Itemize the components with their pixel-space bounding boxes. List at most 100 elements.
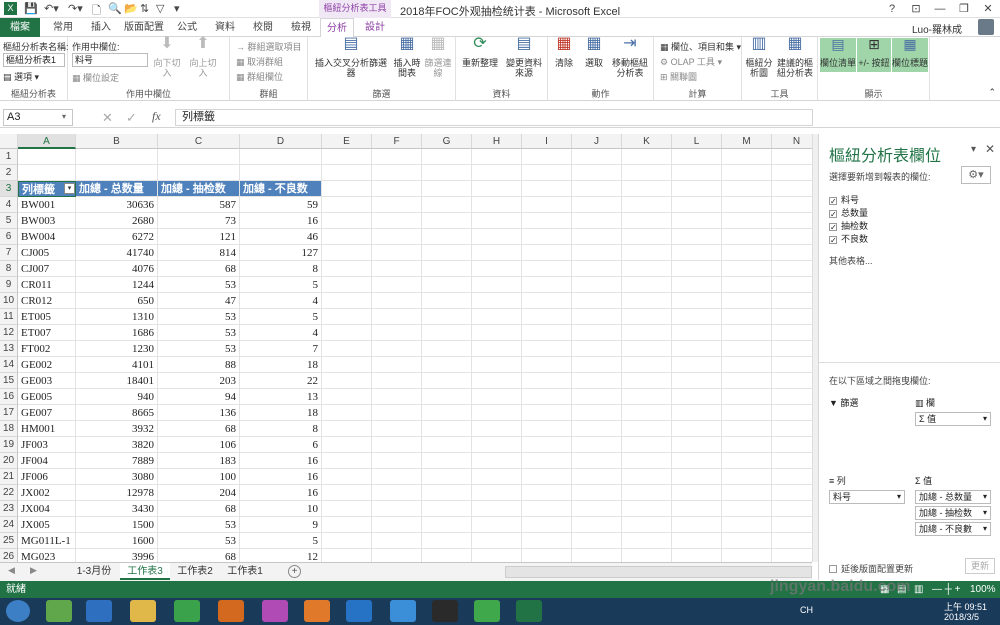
tab-insert[interactable]: 插入 [84,18,118,37]
empty-cell[interactable] [522,165,572,181]
column-header-d[interactable]: D [240,134,322,149]
empty-cell[interactable] [422,373,472,389]
empty-cell[interactable] [322,501,372,517]
empty-cell[interactable] [622,485,672,501]
empty-cell[interactable] [422,501,472,517]
empty-cell[interactable] [322,277,372,293]
empty-cell[interactable] [472,453,522,469]
empty-cell[interactable] [722,357,772,373]
empty-cell[interactable] [722,485,772,501]
empty-cell[interactable] [672,293,722,309]
empty-cell[interactable] [722,229,772,245]
empty-cell[interactable] [522,485,572,501]
empty-cell[interactable] [372,309,422,325]
row-header[interactable]: 25 [0,533,18,549]
foxmail-icon[interactable] [218,600,244,622]
empty-cell[interactable] [422,533,472,549]
empty-cell[interactable] [472,165,522,181]
sheet-tab[interactable]: 工作表2 [170,563,220,580]
empty-cell[interactable] [722,325,772,341]
empty-cell[interactable] [572,213,622,229]
value-cell[interactable]: 8665 [76,405,158,421]
column-header-h[interactable]: H [472,134,522,149]
empty-cell[interactable] [158,165,240,181]
value-cell[interactable]: 9 [240,517,322,533]
row-label-cell[interactable]: GE005 [18,389,76,405]
tab-design[interactable]: 設計 [358,18,392,37]
row-header[interactable]: 11 [0,309,18,325]
value-cell[interactable]: 68 [158,421,240,437]
column-header-a[interactable]: A [18,134,76,149]
empty-cell[interactable] [472,501,522,517]
relationships-button[interactable]: ⊞ 關聯圖 [660,70,697,83]
empty-cell[interactable] [672,245,722,261]
value-cell[interactable]: 6272 [76,229,158,245]
empty-cell[interactable] [722,309,772,325]
drill-up-button[interactable]: ⬆ 向上切入 [186,36,220,79]
empty-cell[interactable] [522,245,572,261]
empty-cell[interactable] [772,485,812,501]
row-label-cell[interactable]: CJ007 [18,261,76,277]
empty-cell[interactable] [422,405,472,421]
empty-cell[interactable] [772,149,812,165]
empty-cell[interactable] [372,165,422,181]
empty-cell[interactable] [722,437,772,453]
enter-icon[interactable]: ✓ [126,110,137,126]
avatar[interactable] [978,19,994,35]
row-header[interactable]: 3 [0,181,18,197]
empty-cell[interactable] [672,229,722,245]
value-cell[interactable]: 5 [240,277,322,293]
row-header[interactable]: 15 [0,373,18,389]
empty-cell[interactable] [372,373,422,389]
row-header[interactable]: 24 [0,517,18,533]
sheet-tab[interactable]: 工作表1 [220,563,270,580]
empty-cell[interactable] [622,261,672,277]
empty-cell[interactable] [372,357,422,373]
empty-cell[interactable] [472,549,522,562]
value-cell[interactable]: 53 [158,325,240,341]
empty-cell[interactable] [672,421,722,437]
value-cell[interactable]: 41740 [76,245,158,261]
empty-cell[interactable] [422,181,472,197]
empty-cell[interactable] [572,197,622,213]
empty-cell[interactable] [422,549,472,562]
empty-cell[interactable] [622,437,672,453]
empty-cell[interactable] [722,453,772,469]
update-button[interactable]: 更新 [965,558,995,574]
empty-cell[interactable] [522,517,572,533]
pane-options-icon[interactable]: ▾ [971,144,976,155]
value-cell[interactable]: 12978 [76,485,158,501]
value-cell[interactable]: 5 [240,533,322,549]
value-cell[interactable]: 53 [158,517,240,533]
empty-cell[interactable] [322,213,372,229]
row-label-cell[interactable]: BW004 [18,229,76,245]
value-cell[interactable]: 4 [240,325,322,341]
row-header[interactable]: 14 [0,357,18,373]
value-cell[interactable]: 1500 [76,517,158,533]
values-item-dropdown[interactable]: 加總 - 不良數 [915,522,991,536]
field-settings-button[interactable]: ▦ 欄位設定 [72,71,119,84]
empty-cell[interactable] [422,325,472,341]
empty-cell[interactable] [722,389,772,405]
empty-cell[interactable] [322,469,372,485]
empty-cell[interactable] [472,309,522,325]
empty-cell[interactable] [472,357,522,373]
row-header[interactable]: 5 [0,213,18,229]
row-label-cell[interactable]: JF006 [18,469,76,485]
drill-down-button[interactable]: ⬇ 向下切入 [150,36,184,79]
row-header[interactable]: 8 [0,261,18,277]
options-button[interactable]: ▤ 選項 ▾ [3,70,39,83]
empty-cell[interactable] [572,245,622,261]
row-header[interactable]: 17 [0,405,18,421]
row-header[interactable]: 12 [0,325,18,341]
empty-cell[interactable] [572,437,622,453]
empty-cell[interactable] [722,405,772,421]
field-headers-button[interactable]: ▦ 欄位標題 [892,37,928,72]
empty-cell[interactable] [522,341,572,357]
empty-cell[interactable] [422,517,472,533]
empty-cell[interactable] [622,469,672,485]
row-label-cell[interactable]: MG011L-1 [18,533,76,549]
view-pagebreak-icon[interactable]: ▥ [914,581,923,598]
empty-cell[interactable] [772,453,812,469]
row-label-cell[interactable]: BW001 [18,197,76,213]
